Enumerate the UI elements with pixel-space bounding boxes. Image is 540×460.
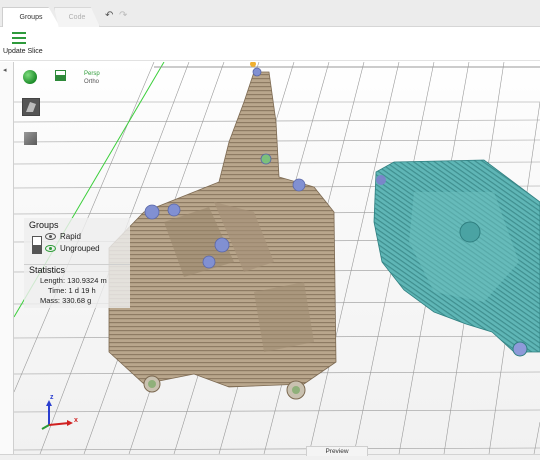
x-axis-label: x [74, 417, 78, 424]
orientation-marker [250, 62, 256, 67]
group-item-rapid[interactable]: Rapid [45, 232, 81, 241]
tab-code[interactable]: Code [54, 7, 100, 27]
teal-printed-part[interactable] [373, 159, 540, 357]
group-item-ungrouped[interactable]: Ungrouped [45, 244, 100, 253]
collapsed-side-panel[interactable]: ◂ [0, 62, 14, 454]
axis-gizmo-icon [41, 400, 73, 430]
groups-statistics-panel: Groups Rapid Ungrouped Statistics Length… [24, 218, 130, 308]
cube-view-icon[interactable] [24, 132, 37, 145]
projection-toggle[interactable]: Persp Ortho [84, 70, 100, 86]
expand-arrow-icon[interactable]: ◂ [3, 66, 7, 74]
preview-tab[interactable]: Preview [306, 446, 368, 456]
group-visibility-toggle[interactable] [32, 236, 42, 254]
perspective-option[interactable]: Persp [84, 70, 100, 78]
group-label-ungrouped: Ungrouped [60, 244, 100, 253]
update-slice-button[interactable]: Update Slice [3, 48, 43, 55]
stat-length: Length: 130.9324 m [40, 276, 107, 285]
groups-title: Groups [29, 220, 59, 230]
undo-icon[interactable]: ↶ [105, 10, 113, 21]
stat-time: Time: 1 d 19 h [48, 286, 96, 295]
orthographic-option[interactable]: Ortho [84, 78, 100, 86]
tab-groups[interactable]: Groups [2, 7, 60, 27]
toolbar: Update Slice [0, 27, 540, 61]
stat-mass: Mass: 330.68 g [40, 296, 92, 305]
eye-icon[interactable] [45, 233, 56, 240]
redo-icon[interactable]: ↷ [119, 10, 127, 21]
tab-strip: Groups Code ↶ ↷ [0, 0, 540, 27]
axis-gizmo: z x [36, 392, 96, 432]
layer-slice-tool[interactable] [22, 98, 40, 116]
statistics-title: Statistics [29, 265, 66, 275]
z-axis-label: z [50, 394, 54, 401]
slice-tool-icon [26, 102, 36, 112]
eye-icon[interactable] [45, 245, 56, 252]
viewport-layout-button[interactable] [55, 70, 66, 81]
group-label-rapid: Rapid [60, 232, 81, 241]
bottom-bar [0, 454, 540, 460]
update-slice-icon[interactable] [12, 32, 26, 44]
3d-viewport[interactable]: Persp Ortho Groups Rapid Ungrouped Stati… [14, 62, 540, 454]
sphere-view-button[interactable] [23, 70, 37, 84]
